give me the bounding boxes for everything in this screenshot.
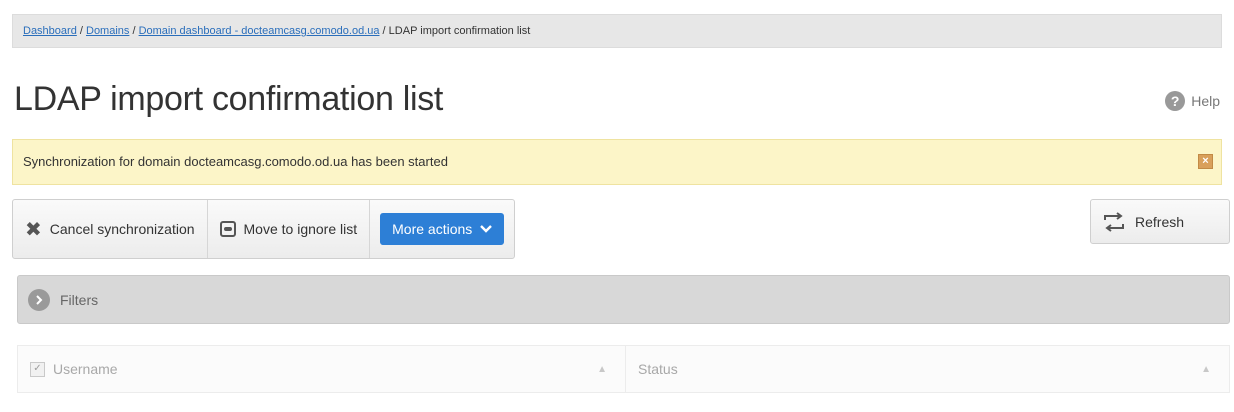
sort-icon[interactable]: ▲ — [1201, 364, 1211, 375]
help-label: Help — [1191, 93, 1220, 109]
notice-text: Synchronization for domain docteamcasg.c… — [23, 154, 448, 169]
select-all-checkbox[interactable]: ✓ — [30, 361, 45, 377]
column-status-label: Status — [638, 361, 678, 377]
refresh-button[interactable]: Refresh — [1090, 199, 1230, 244]
column-username-label: Username — [53, 361, 118, 377]
breadcrumb-current: LDAP import confirmation list — [388, 25, 531, 37]
breadcrumb-separator: / — [129, 25, 139, 37]
more-actions-label: More actions — [392, 221, 473, 237]
move-to-ignore-list-label: Move to ignore list — [243, 221, 358, 237]
breadcrumb: Dashboard / Domains / Domain dashboard -… — [12, 14, 1222, 48]
action-toolbar: ✖ Cancel synchronization Move to ignore … — [12, 199, 516, 259]
more-actions-wrapper: More actions — [370, 200, 514, 258]
move-to-ignore-list-button[interactable]: Move to ignore list — [208, 200, 371, 258]
help-icon: ? — [1165, 91, 1186, 111]
help-link[interactable]: ? Help — [1165, 90, 1220, 112]
table-header: ✓ Username ▲ Status ▲ — [17, 345, 1230, 393]
refresh-icon — [1104, 211, 1124, 232]
chevron-down-icon — [480, 225, 493, 233]
refresh-label: Refresh — [1135, 213, 1185, 230]
cancel-synchronization-label: Cancel synchronization — [49, 221, 195, 237]
breadcrumb-separator: / — [76, 25, 86, 37]
filters-label: Filters — [60, 291, 99, 308]
breadcrumb-link-dashboard[interactable]: Dashboard — [23, 25, 77, 37]
breadcrumb-link-domain-dashboard[interactable]: Domain dashboard - docteamcasg.comodo.od… — [139, 25, 380, 37]
column-status[interactable]: Status ▲ — [626, 346, 1229, 392]
cancel-x-icon: ✖ — [25, 218, 42, 241]
column-username[interactable]: ✓ Username ▲ — [18, 346, 626, 392]
notice-banner: Synchronization for domain docteamcasg.c… — [12, 139, 1222, 185]
cancel-synchronization-button[interactable]: ✖ Cancel synchronization — [13, 200, 208, 258]
page-title: LDAP import confirmation list — [14, 80, 444, 118]
chevron-right-icon — [28, 288, 50, 311]
filters-panel-toggle[interactable]: Filters — [17, 275, 1230, 324]
sort-icon[interactable]: ▲ — [597, 364, 607, 375]
close-icon[interactable]: × — [1198, 154, 1213, 169]
breadcrumb-separator: / — [379, 25, 389, 37]
breadcrumb-link-domains[interactable]: Domains — [86, 25, 129, 37]
ignore-list-icon — [219, 221, 236, 237]
more-actions-button[interactable]: More actions — [380, 213, 505, 245]
